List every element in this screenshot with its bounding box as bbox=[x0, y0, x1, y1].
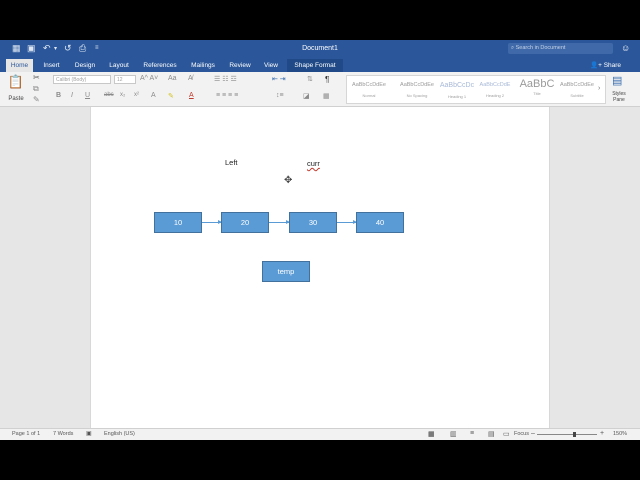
copy-icon[interactable]: ⧉ bbox=[33, 84, 39, 94]
align-icons[interactable]: ≡ ≡ ≡ ≡ bbox=[216, 92, 238, 99]
gallery-more-icon[interactable]: › bbox=[598, 85, 600, 92]
cut-icon[interactable]: ✂ bbox=[33, 73, 40, 82]
word-count[interactable]: 7 Words bbox=[53, 431, 73, 437]
shading-icon[interactable]: ◪ bbox=[303, 92, 310, 100]
style-subtitle[interactable]: AaBbCcDdEe Subtitle bbox=[557, 76, 597, 104]
zoom-level[interactable]: 150% bbox=[613, 431, 627, 437]
tab-references[interactable]: References bbox=[138, 59, 182, 72]
font-size-box[interactable]: 12 bbox=[114, 75, 136, 84]
indent-icons[interactable]: ⇤ ⇥ bbox=[272, 75, 286, 83]
share-button[interactable]: 👤+ Share bbox=[590, 59, 621, 72]
style-title[interactable]: AaBbC Title bbox=[517, 76, 557, 104]
zoom-slider-thumb[interactable] bbox=[573, 432, 576, 437]
tab-shape-format[interactable]: Shape Format bbox=[287, 59, 343, 72]
page-count[interactable]: Page 1 of 1 bbox=[12, 431, 40, 437]
styles-gallery[interactable]: AaBbCcDdEe Normal AaBbCcDdEe No Spacing Aa… bbox=[346, 75, 606, 104]
borders-icon[interactable]: ▦ bbox=[323, 92, 330, 100]
tab-view[interactable]: View bbox=[259, 59, 283, 72]
language[interactable]: English (US) bbox=[104, 431, 135, 437]
draft-view-icon[interactable]: ▤ bbox=[488, 430, 495, 438]
subscript-icon[interactable]: x₂ bbox=[120, 92, 125, 98]
tab-insert[interactable]: Insert bbox=[38, 59, 65, 72]
highlight-icon[interactable]: ✎ bbox=[168, 92, 174, 100]
node-40[interactable]: 40 bbox=[356, 212, 404, 233]
sort-icon[interactable]: ⇅ bbox=[307, 75, 313, 83]
styles-pane-label: Styles Pane bbox=[612, 91, 626, 103]
grow-font-icon[interactable]: A^ A˅ bbox=[140, 75, 158, 82]
paste-clipboard-icon[interactable]: 📋 bbox=[6, 74, 26, 90]
underline-icon[interactable]: U bbox=[85, 92, 90, 99]
format-painter-icon[interactable]: ✎ bbox=[33, 95, 40, 104]
move-cursor-icon: ✥ bbox=[284, 175, 293, 186]
temp-node[interactable]: temp bbox=[262, 261, 310, 282]
clear-format-icon[interactable]: A̸ bbox=[188, 75, 193, 82]
ribbon-tabs: Home Insert Design Layout References Mai… bbox=[0, 59, 640, 72]
node-20[interactable]: 20 bbox=[221, 212, 269, 233]
font-name-box[interactable]: Calibri (Body) bbox=[53, 75, 111, 84]
ribbon: 📋 Paste ✂ ⧉ ✎ Calibri (Body) 12 A^ A˅ Aa… bbox=[0, 72, 640, 107]
word-window: ▦ ▣ ↶ ▾ ↺ ⎙ ≡ Document1 ⌕ Search in Docu… bbox=[0, 40, 640, 440]
style-no-spacing[interactable]: AaBbCcDdEe No Spacing bbox=[397, 76, 437, 104]
style-normal[interactable]: AaBbCcDdEe Normal bbox=[349, 76, 389, 104]
curr-pointer-label[interactable]: curr bbox=[307, 159, 320, 168]
tab-mailings[interactable]: Mailings bbox=[186, 59, 220, 72]
styles-pane-icon[interactable]: ▤ bbox=[612, 74, 622, 87]
paste-label: Paste bbox=[8, 96, 24, 102]
arrow-30-to-40[interactable] bbox=[337, 220, 357, 224]
left-pointer-label[interactable]: Left bbox=[225, 158, 238, 167]
arrow-10-to-20[interactable] bbox=[202, 220, 222, 224]
outline-view-icon[interactable]: ≡ bbox=[470, 430, 474, 437]
tab-layout[interactable]: Layout bbox=[104, 59, 134, 72]
italic-icon[interactable]: I bbox=[71, 92, 73, 99]
document-workspace: Left curr 10 20 30 40 temp ✥ bbox=[0, 107, 640, 428]
text-effects-icon[interactable]: A bbox=[151, 92, 156, 99]
pilcrow-icon[interactable]: ¶ bbox=[325, 75, 329, 84]
change-case-icon[interactable]: Aa bbox=[168, 75, 177, 82]
tab-design[interactable]: Design bbox=[70, 59, 100, 72]
style-heading-1[interactable]: AaBbCcDc Heading 1 bbox=[437, 76, 477, 104]
status-bar: Page 1 of 1 7 Words ▣ English (US) ▦ ▥ ≡… bbox=[0, 428, 640, 440]
focus-label[interactable]: Focus bbox=[514, 431, 529, 437]
feedback-smile-icon[interactable]: ☺ bbox=[621, 43, 630, 53]
line-spacing-icon[interactable]: ↕≡ bbox=[276, 92, 284, 99]
zoom-out-icon[interactable]: – bbox=[531, 430, 535, 437]
search-placeholder: Search in Document bbox=[515, 45, 566, 51]
strikethrough-icon[interactable]: abc bbox=[104, 92, 114, 98]
proofing-icon[interactable]: ▣ bbox=[86, 430, 92, 437]
document-page[interactable]: Left curr 10 20 30 40 temp ✥ bbox=[90, 107, 550, 428]
tab-home[interactable]: Home bbox=[6, 59, 33, 72]
web-layout-icon[interactable]: ▥ bbox=[450, 430, 457, 438]
bold-icon[interactable]: B bbox=[56, 92, 61, 99]
bullets-icon[interactable]: ☰ ☷ ☲ bbox=[214, 75, 237, 83]
zoom-in-icon[interactable]: + bbox=[600, 430, 604, 437]
print-layout-icon[interactable]: ▦ bbox=[428, 430, 435, 438]
search-input[interactable]: ⌕ Search in Document bbox=[508, 43, 613, 54]
node-10[interactable]: 10 bbox=[154, 212, 202, 233]
share-label: Share bbox=[603, 62, 622, 69]
font-color-icon[interactable]: A bbox=[189, 92, 194, 99]
style-heading-2[interactable]: AaBbCcDdE Heading 2 bbox=[475, 76, 515, 104]
tab-review[interactable]: Review bbox=[225, 59, 255, 72]
focus-icon[interactable]: ▭ bbox=[503, 430, 510, 438]
node-30[interactable]: 30 bbox=[289, 212, 337, 233]
share-icon: 👤+ bbox=[590, 62, 604, 69]
zoom-slider[interactable] bbox=[537, 432, 597, 437]
superscript-icon[interactable]: x² bbox=[134, 92, 139, 98]
title-bar: ▦ ▣ ↶ ▾ ↺ ⎙ ≡ Document1 ⌕ Search in Docu… bbox=[0, 40, 640, 59]
arrow-20-to-30[interactable] bbox=[269, 220, 290, 224]
